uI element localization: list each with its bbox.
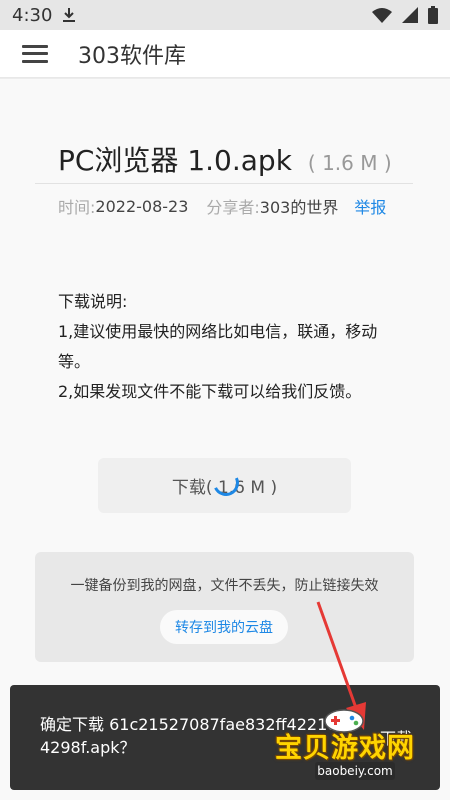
snackbar-message: 确定下载 61c21527087fae832ff4221d84298f.apk？ — [40, 715, 348, 757]
file-title-row: PC浏览器 1.0.apk ( 1.6 M ) — [58, 139, 392, 179]
battery-icon — [428, 6, 438, 24]
backup-text: 一键备份到我的网盘，文件不丢失，防止链接失效 — [70, 578, 379, 594]
save-to-cloud-button[interactable]: 转存到我的云盘 — [160, 610, 288, 644]
report-link[interactable]: 举报 — [354, 194, 386, 218]
wifi-icon — [372, 8, 392, 23]
file-name: PC浏览器 1.0.apk — [58, 144, 292, 177]
file-size: ( 1.6 M ) — [307, 151, 392, 175]
time-label: 时间: — [58, 198, 96, 217]
menu-icon[interactable] — [22, 44, 48, 63]
snackbar-download-button[interactable]: 下载 — [380, 725, 412, 749]
signal-icon — [402, 7, 418, 23]
app-title: 303软件库 — [78, 43, 186, 69]
status-bar: 4:30 — [0, 0, 450, 30]
backup-card: 一键备份到我的网盘，文件不丢失，防止链接失效 转存到我的云盘 — [35, 552, 414, 662]
download-icon — [63, 8, 76, 22]
title-divider — [35, 183, 413, 184]
description-heading: 下载说明: — [58, 292, 128, 311]
status-time: 4:30 — [12, 4, 53, 26]
download-description: 下载说明: 1,建议使用最快的网络比如电信，联通，移动等。 2,如果发现文件不能… — [58, 287, 403, 407]
time-value: 2022-08-23 — [95, 196, 189, 216]
description-line-2: 2,如果发现文件不能下载可以给我们反馈。 — [58, 382, 362, 401]
description-line-1: 1,建议使用最快的网络比如电信，联通，移动等。 — [58, 322, 378, 371]
download-confirm-snackbar: 确定下载 61c21527087fae832ff4221d84298f.apk？… — [10, 685, 440, 790]
app-bar: 303软件库 — [0, 30, 450, 78]
file-meta: 时间: 2022-08-23 分享者: 303的世界 举报 — [58, 194, 386, 218]
sharer-value: 303的世界 — [259, 198, 339, 217]
sharer-label: 分享者: — [206, 198, 260, 217]
download-button[interactable]: 下载( 1.6 M ) — [98, 458, 351, 513]
